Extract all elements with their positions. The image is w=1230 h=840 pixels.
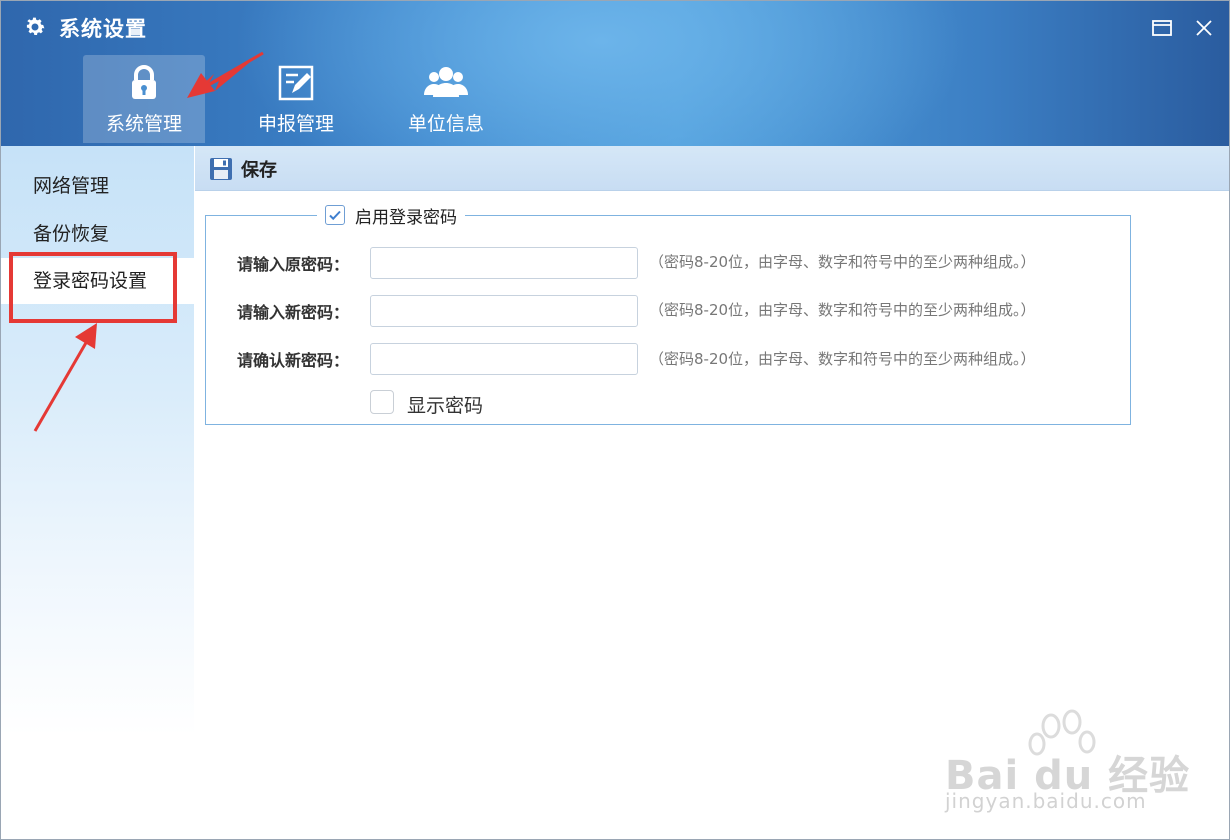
close-icon[interactable] <box>1193 17 1215 39</box>
nav-unit-info[interactable]: 单位信息 <box>385 55 507 143</box>
new-password-input[interactable] <box>370 295 638 327</box>
confirm-password-hint: （密码8-20位，由字母、数字和符号中的至少两种组成。） <box>649 350 1036 368</box>
nav-label: 系统管理 <box>105 113 182 135</box>
nav-declaration-management[interactable]: 申报管理 <box>235 55 357 143</box>
nav-system-management[interactable]: 系统管理 <box>83 55 205 143</box>
sidebar-item-network[interactable]: 网络管理 <box>1 164 194 208</box>
enable-password-toggle[interactable]: 启用登录密码 <box>317 203 465 228</box>
save-icon[interactable] <box>209 157 233 181</box>
save-button[interactable]: 保存 <box>241 156 277 182</box>
show-password-label[interactable]: 显示密码 <box>407 391 483 418</box>
new-password-hint: （密码8-20位，由字母、数字和符号中的至少两种组成。） <box>649 301 1036 319</box>
old-password-label: 请输入原密码： <box>237 255 350 274</box>
enable-password-checkbox[interactable] <box>325 205 345 225</box>
lock-icon <box>132 65 156 99</box>
annotation-highlight-box <box>9 252 177 323</box>
sidebar: 网络管理 备份恢复 登录密码设置 <box>1 146 194 839</box>
title-bar: 系统设置 系统管理 申报管理 单位信息 <box>1 1 1229 146</box>
watermark-url: jingyan.baidu.com <box>945 789 1147 813</box>
checkmark-icon <box>329 210 341 221</box>
users-icon <box>424 67 468 97</box>
nav-label: 申报管理 <box>257 113 334 135</box>
sidebar-item-backup[interactable]: 备份恢复 <box>1 212 194 256</box>
nav-label: 单位信息 <box>407 113 484 135</box>
confirm-password-input[interactable] <box>370 343 638 375</box>
enable-password-label: 启用登录密码 <box>355 207 457 228</box>
maximize-icon[interactable] <box>1151 17 1173 39</box>
old-password-input[interactable] <box>370 247 638 279</box>
new-password-label: 请输入新密码： <box>237 303 350 322</box>
gear-icon <box>26 17 45 35</box>
confirm-password-label: 请确认新密码： <box>237 351 350 370</box>
show-password-checkbox[interactable] <box>370 390 394 414</box>
old-password-hint: （密码8-20位，由字母、数字和符号中的至少两种组成。） <box>649 253 1036 271</box>
toolbar: 保存 <box>195 146 1229 191</box>
window-title: 系统设置 <box>59 17 147 41</box>
edit-document-icon <box>278 65 314 101</box>
settings-window: 系统设置 系统管理 申报管理 单位信息 网络管理 备份恢复 登录密码设置 保存 … <box>0 0 1230 840</box>
